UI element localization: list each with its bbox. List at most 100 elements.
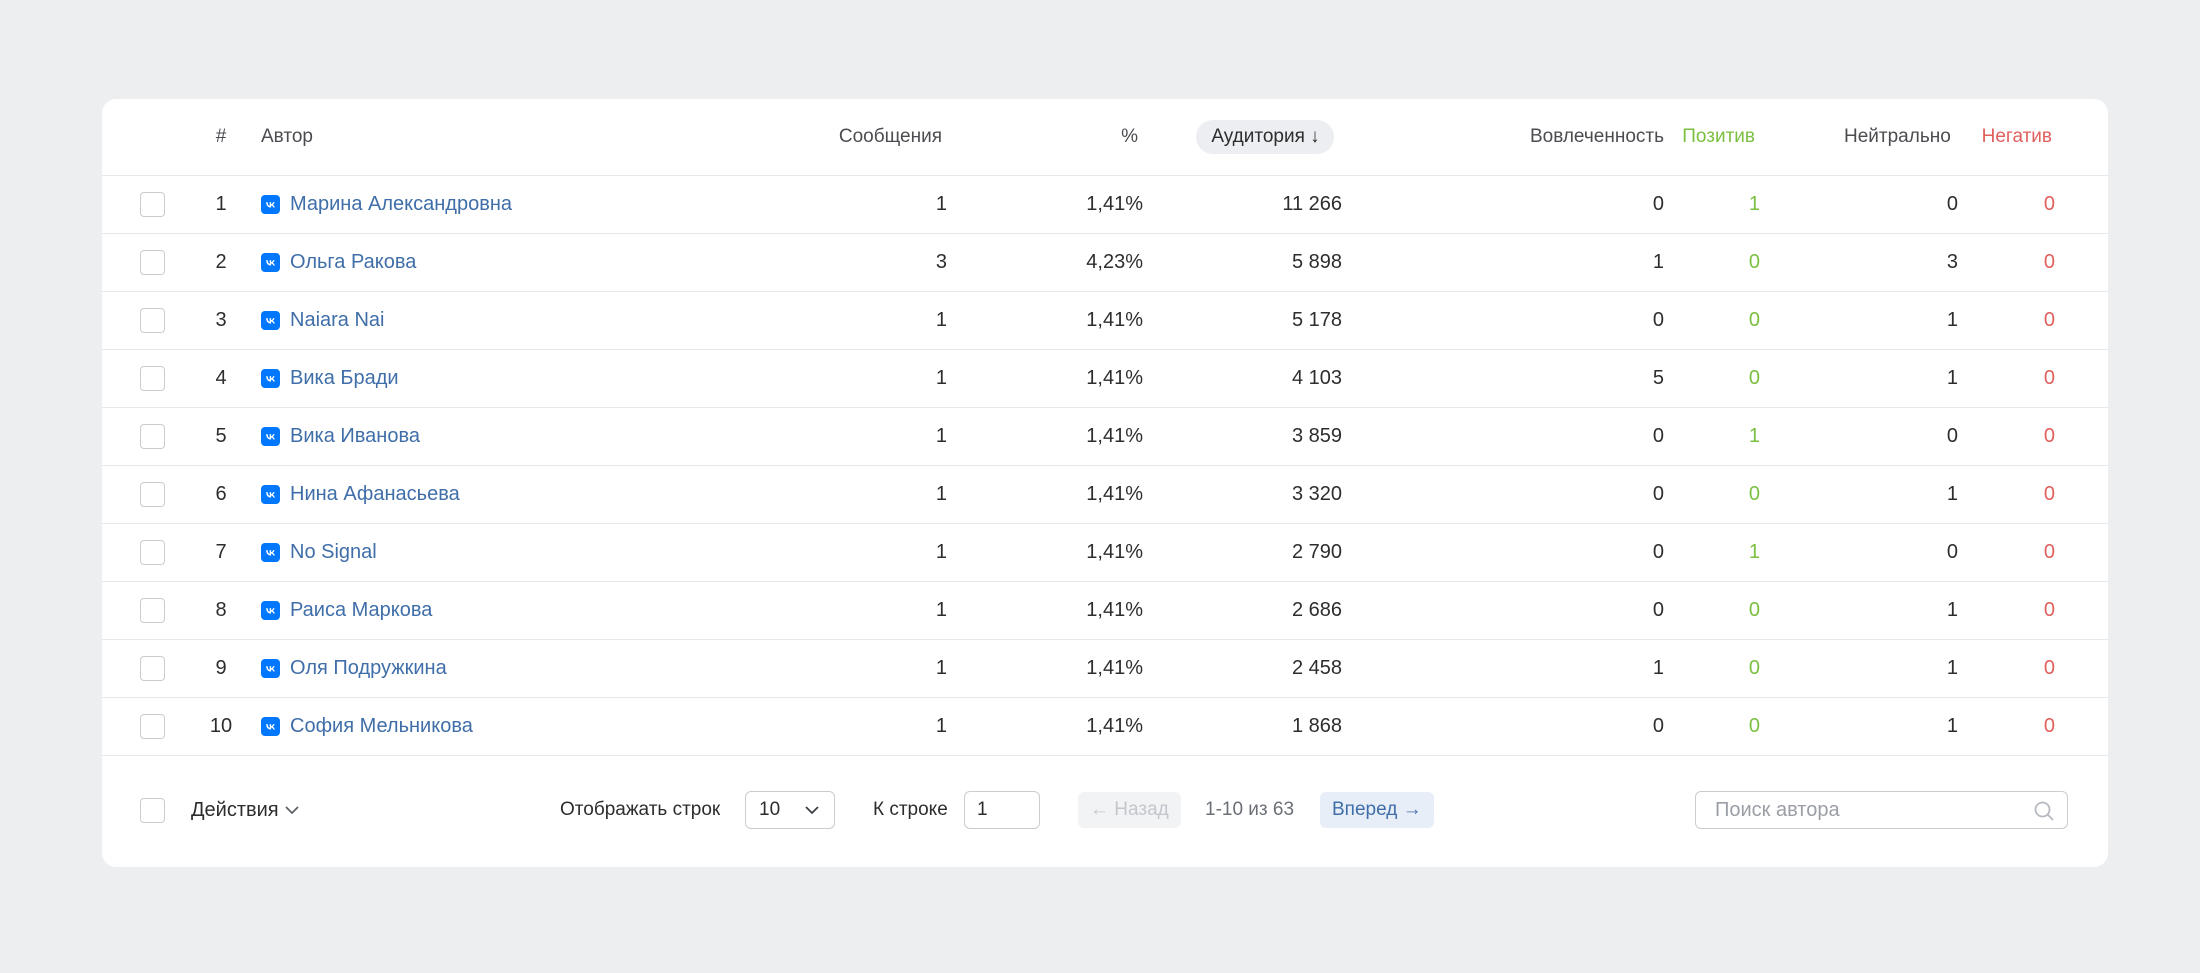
row-checkbox-wrap bbox=[140, 524, 165, 581]
row-number: 4 bbox=[215, 367, 227, 389]
author-link[interactable]: Naiara Nai bbox=[290, 309, 384, 332]
row-negative: 0 bbox=[2043, 541, 2055, 563]
vk-icon bbox=[261, 485, 280, 504]
vk-icon bbox=[261, 601, 280, 620]
search-wrap bbox=[1695, 753, 2068, 867]
search-icon[interactable] bbox=[2033, 800, 2055, 822]
row-negative: 0 bbox=[2043, 599, 2055, 621]
row-checkbox[interactable] bbox=[140, 192, 165, 217]
row-author: София Мельникова bbox=[261, 698, 473, 755]
row-checkbox-wrap bbox=[140, 350, 165, 407]
author-link[interactable]: Оля Подружкина bbox=[290, 657, 447, 680]
author-search-input[interactable] bbox=[1696, 792, 2067, 828]
row-negative: 0 bbox=[2043, 483, 2055, 505]
row-author: Оля Подружкина bbox=[261, 640, 447, 697]
table-row: 2 Ольга Ракова 3 4,23% 5 898 1 0 3 0 bbox=[102, 234, 2108, 292]
author-link[interactable]: София Мельникова bbox=[290, 715, 473, 738]
vk-icon bbox=[261, 311, 280, 330]
row-checkbox[interactable] bbox=[140, 598, 165, 623]
rows-per-page-wrap: 10 bbox=[745, 753, 835, 867]
col-num-header: # bbox=[215, 126, 227, 147]
row-checkbox-wrap bbox=[140, 176, 165, 233]
table-row: 6 Нина Афанасьева 1 1,41% 3 320 0 0 1 0 bbox=[102, 466, 2108, 524]
author-link[interactable]: Марина Александровна bbox=[290, 193, 512, 216]
rows-per-page-select[interactable]: 10 bbox=[745, 791, 835, 829]
col-percent-header[interactable]: % bbox=[902, 99, 1138, 175]
table-row: 5 Вика Иванова 1 1,41% 3 859 0 1 0 0 bbox=[102, 408, 2108, 466]
table-row: 9 Оля Подружкина 1 1,41% 2 458 1 0 1 0 bbox=[102, 640, 2108, 698]
row-number: 1 bbox=[215, 193, 227, 215]
row-number: 3 bbox=[215, 309, 227, 331]
row-negative: 0 bbox=[2043, 425, 2055, 447]
row-checkbox[interactable] bbox=[140, 540, 165, 565]
row-author: Ольга Ракова bbox=[261, 234, 416, 291]
row-negative: 0 bbox=[2043, 251, 2055, 273]
chevron-down-icon bbox=[285, 806, 299, 815]
chevron-down-icon bbox=[805, 806, 819, 815]
row-author: Раиса Маркова bbox=[261, 582, 432, 639]
row-checkbox[interactable] bbox=[140, 366, 165, 391]
row-checkbox-wrap bbox=[140, 466, 165, 523]
next-wrap: Вперед → bbox=[1320, 753, 1434, 867]
row-checkbox[interactable] bbox=[140, 714, 165, 739]
vk-icon bbox=[261, 369, 280, 388]
row-number: 9 bbox=[215, 657, 227, 679]
select-all-checkbox[interactable] bbox=[140, 797, 165, 823]
author-link[interactable]: Вика Иванова bbox=[290, 425, 420, 448]
prev-page-button[interactable]: ← Назад bbox=[1078, 792, 1181, 828]
row-number: 7 bbox=[215, 541, 227, 563]
row-negative: 0 bbox=[2043, 193, 2055, 215]
row-checkbox-wrap bbox=[140, 292, 165, 349]
row-checkbox[interactable] bbox=[140, 250, 165, 275]
author-link[interactable]: No Signal bbox=[290, 541, 377, 564]
table-footer: Действия Отображать строк 10 К строке ← … bbox=[102, 753, 2108, 867]
goto-row-wrap bbox=[964, 753, 1040, 867]
vk-icon bbox=[261, 659, 280, 678]
prev-wrap: ← Назад bbox=[1078, 753, 1181, 867]
row-number: 8 bbox=[215, 599, 227, 621]
author-search bbox=[1695, 791, 2068, 829]
col-author-header[interactable]: Автор bbox=[261, 99, 313, 175]
row-checkbox[interactable] bbox=[140, 656, 165, 681]
row-checkbox-wrap bbox=[140, 640, 165, 697]
col-negative-header[interactable]: Негатив bbox=[1902, 99, 2052, 175]
row-negative: 0 bbox=[2043, 657, 2055, 679]
row-number: 10 bbox=[209, 715, 233, 737]
select-all-wrap bbox=[140, 753, 165, 867]
row-checkbox[interactable] bbox=[140, 308, 165, 333]
row-number: 2 bbox=[215, 251, 227, 273]
vk-icon bbox=[261, 427, 280, 446]
vk-icon bbox=[261, 195, 280, 214]
page-range-label: 1-10 из 63 bbox=[1205, 799, 1295, 820]
goto-row-label: К строке bbox=[873, 799, 948, 820]
row-author: No Signal bbox=[261, 524, 377, 581]
table-row: 4 Вика Бради 1 1,41% 4 103 5 0 1 0 bbox=[102, 350, 2108, 408]
goto-row-input[interactable] bbox=[964, 791, 1040, 829]
actions-dropdown[interactable]: Действия bbox=[191, 753, 302, 867]
author-link[interactable]: Ольга Ракова bbox=[290, 251, 416, 274]
table-row: 8 Раиса Маркова 1 1,41% 2 686 0 0 1 0 bbox=[102, 582, 2108, 640]
row-author: Марина Александровна bbox=[261, 176, 512, 233]
table-header: # Автор Сообщения % Аудитория ↓ Вовлечен… bbox=[102, 99, 2108, 176]
author-link[interactable]: Вика Бради bbox=[290, 367, 399, 390]
table-row: 7 No Signal 1 1,41% 2 790 0 1 0 0 bbox=[102, 524, 2108, 582]
rows-per-page-value: 10 bbox=[759, 799, 781, 820]
table-row: 3 Naiara Nai 1 1,41% 5 178 0 0 1 0 bbox=[102, 292, 2108, 350]
author-link[interactable]: Раиса Маркова bbox=[290, 599, 432, 622]
row-negative: 0 bbox=[2043, 715, 2055, 737]
row-negative: 0 bbox=[2043, 367, 2055, 389]
rows-per-page-label: Отображать строк bbox=[560, 799, 721, 820]
next-page-button[interactable]: Вперед → bbox=[1320, 792, 1434, 828]
vk-icon bbox=[261, 253, 280, 272]
row-author: Нина Афанасьева bbox=[261, 466, 460, 523]
vk-icon bbox=[261, 543, 280, 562]
row-author: Вика Бради bbox=[261, 350, 399, 407]
row-checkbox-wrap bbox=[140, 408, 165, 465]
row-checkbox-wrap bbox=[140, 582, 165, 639]
author-link[interactable]: Нина Афанасьева bbox=[290, 483, 460, 506]
row-number: 5 bbox=[215, 425, 227, 447]
authors-table-card: # Автор Сообщения % Аудитория ↓ Вовлечен… bbox=[102, 99, 2108, 867]
row-checkbox[interactable] bbox=[140, 424, 165, 449]
row-author: Вика Иванова bbox=[261, 408, 420, 465]
row-checkbox[interactable] bbox=[140, 482, 165, 507]
